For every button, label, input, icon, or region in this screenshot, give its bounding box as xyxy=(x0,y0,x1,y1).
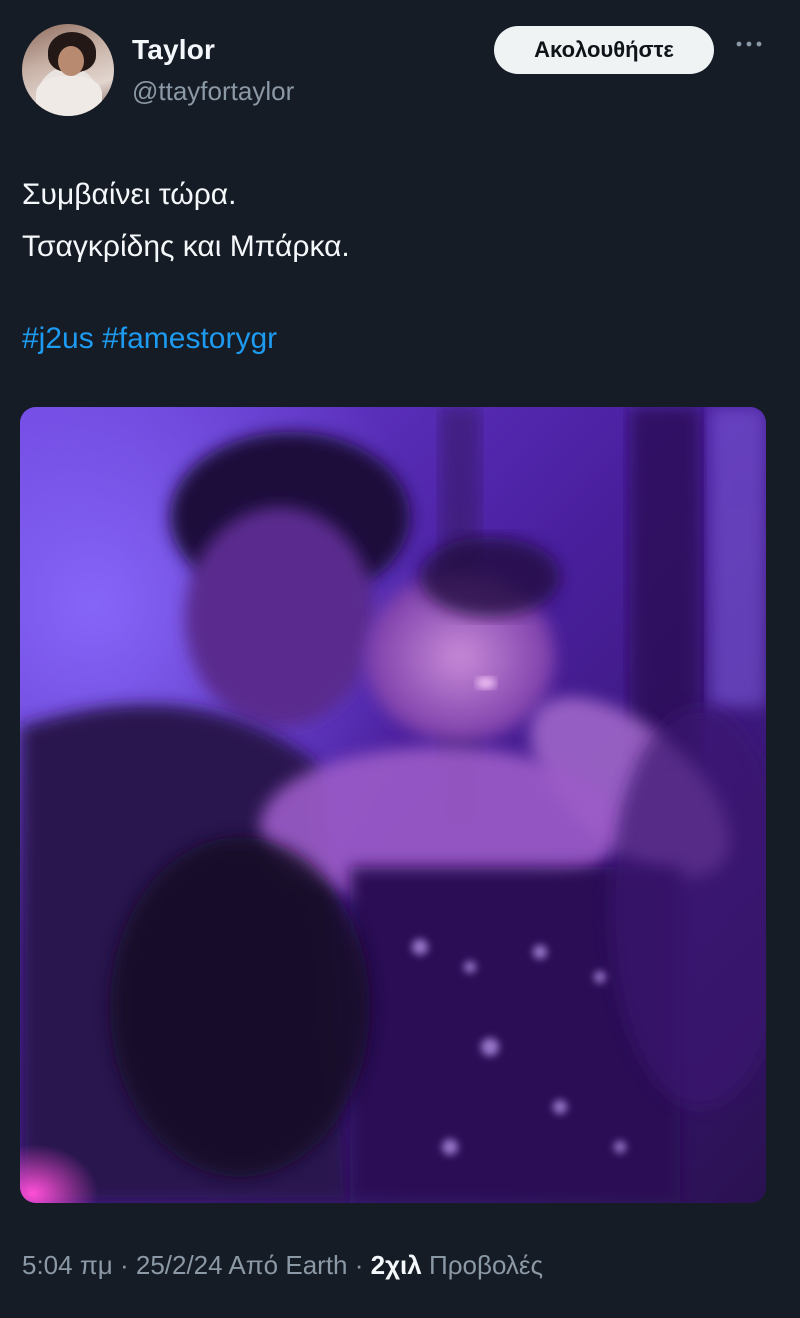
meta-separator: · xyxy=(347,1250,371,1280)
hashtag-link[interactable]: #famestorygr xyxy=(102,322,277,355)
meta-separator: · xyxy=(112,1250,136,1280)
follow-button[interactable]: Ακολουθήστε xyxy=(494,26,714,74)
avatar[interactable] xyxy=(22,24,114,116)
avatar-face-shape xyxy=(58,46,84,76)
tweet-media-image[interactable] xyxy=(20,407,766,1203)
tweet-card: Taylor @ttayfortaylor Ακολουθήστε Συμβαί… xyxy=(0,0,800,1318)
more-horizontal-icon[interactable] xyxy=(734,34,764,54)
views-label: Προβολές xyxy=(421,1250,544,1280)
author-handle[interactable]: @ttayfortaylor xyxy=(132,76,294,107)
tweet-meta: 5:04 πμ · 25/2/24 Από Earth · 2χιλ Προβο… xyxy=(22,1250,543,1281)
tweet-text-line-2: Τσαγκρίδης και Μπάρκα. xyxy=(22,230,350,263)
hashtag-link[interactable]: #j2us xyxy=(22,322,94,355)
tweet-text-line-1: Συμβαίνει τώρα. xyxy=(22,178,237,211)
tweet-time[interactable]: 5:04 πμ xyxy=(22,1250,113,1280)
views-count[interactable]: 2χιλ xyxy=(371,1250,422,1280)
hashtags: #j2us #famestorygr xyxy=(22,322,277,356)
tweet-source: Από Earth xyxy=(222,1250,348,1280)
avatar-shirt-shape xyxy=(36,76,102,116)
author-name[interactable]: Taylor xyxy=(132,34,215,66)
tweet-date[interactable]: 25/2/24 xyxy=(136,1250,223,1280)
